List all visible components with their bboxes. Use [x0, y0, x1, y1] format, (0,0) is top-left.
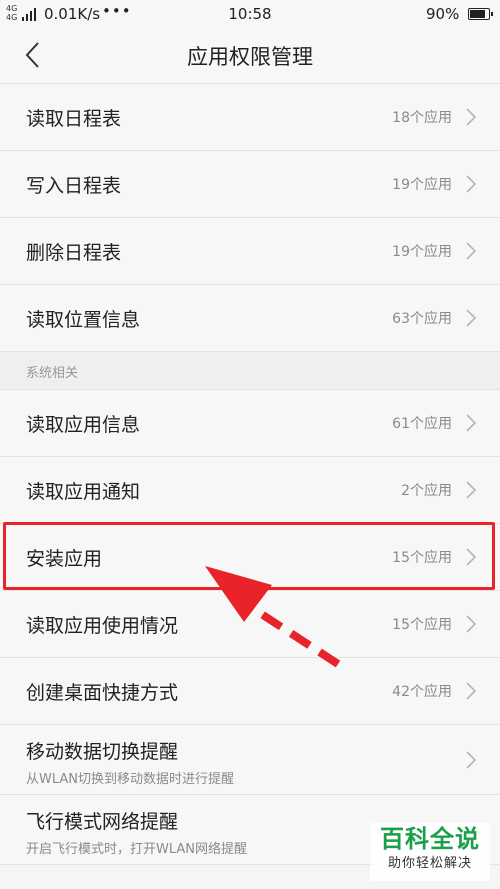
row-app-count: 19个应用	[392, 244, 452, 260]
row-app-count: 2个应用	[401, 483, 452, 499]
section-title: 系统相关	[26, 366, 79, 381]
chevron-right-icon	[466, 682, 477, 700]
row-label: 创建桌面快捷方式	[26, 682, 179, 704]
permission-row-read-app-info[interactable]: 读取应用信息 61个应用	[0, 390, 500, 457]
permission-row-install-apps[interactable]: 安装应用 15个应用	[0, 524, 500, 591]
battery-percent: 90%	[426, 5, 460, 23]
chevron-right-icon	[466, 548, 477, 566]
chevron-right-icon	[466, 175, 477, 193]
chevron-right-icon	[466, 481, 477, 499]
permission-row-create-shortcut[interactable]: 创建桌面快捷方式 42个应用	[0, 658, 500, 725]
chevron-right-icon	[466, 108, 477, 126]
chevron-right-icon	[466, 414, 477, 432]
permission-row-delete-calendar[interactable]: 删除日程表 19个应用	[0, 218, 500, 285]
permission-row-read-app-usage[interactable]: 读取应用使用情况 15个应用	[0, 591, 500, 658]
row-description: 从WLAN切换到移动数据时进行提醒	[26, 772, 235, 787]
status-bar: 4G 4G 0.01K/s ••• 10:58 90%	[0, 0, 500, 28]
row-app-count: 15个应用	[392, 617, 452, 633]
permission-list: 读取日程表 18个应用 写入日程表 19个应用 删除日程表 19个应用 读取位置…	[0, 84, 500, 865]
row-label: 飞行模式网络提醒	[26, 811, 179, 833]
section-header-system: 系统相关	[0, 352, 500, 390]
page-title: 应用权限管理	[187, 45, 313, 69]
row-label: 写入日程表	[26, 175, 122, 197]
header: 应用权限管理	[0, 28, 500, 84]
row-app-count: 19个应用	[392, 177, 452, 193]
chevron-right-icon	[466, 242, 477, 260]
permission-row-write-calendar[interactable]: 写入日程表 19个应用	[0, 151, 500, 218]
row-label: 读取应用使用情况	[26, 615, 179, 637]
permission-row-read-app-notifications[interactable]: 读取应用通知 2个应用	[0, 457, 500, 524]
row-label: 读取应用信息	[26, 414, 141, 436]
row-app-count: 61个应用	[392, 416, 452, 432]
permission-row-read-location[interactable]: 读取位置信息 63个应用	[0, 285, 500, 352]
battery-icon	[468, 8, 493, 20]
watermark-title: 百科全说	[380, 825, 480, 853]
row-label: 读取位置信息	[26, 309, 141, 331]
permission-row-mobile-data-switch-alert[interactable]: 移动数据切换提醒 从WLAN切换到移动数据时进行提醒	[0, 725, 500, 795]
row-label: 删除日程表	[26, 242, 122, 264]
clock: 10:58	[228, 5, 272, 23]
row-app-count: 18个应用	[392, 110, 452, 126]
permission-row-read-calendar[interactable]: 读取日程表 18个应用	[0, 84, 500, 151]
watermark-logo: 百科全说 助你轻松解决	[370, 823, 490, 881]
row-app-count: 63个应用	[392, 311, 452, 327]
chevron-right-icon	[466, 615, 477, 633]
row-app-count: 42个应用	[392, 684, 452, 700]
row-label: 读取日程表	[26, 108, 122, 130]
row-label: 安装应用	[26, 548, 103, 570]
row-description: 开启飞行模式时，打开WLAN网络提醒	[26, 842, 248, 857]
row-app-count: 15个应用	[392, 550, 452, 566]
watermark-subtitle: 助你轻松解决	[387, 856, 472, 871]
chevron-right-icon	[466, 751, 477, 769]
chevron-right-icon	[466, 309, 477, 327]
row-label: 读取应用通知	[26, 481, 141, 503]
row-label: 移动数据切换提醒	[26, 741, 179, 763]
